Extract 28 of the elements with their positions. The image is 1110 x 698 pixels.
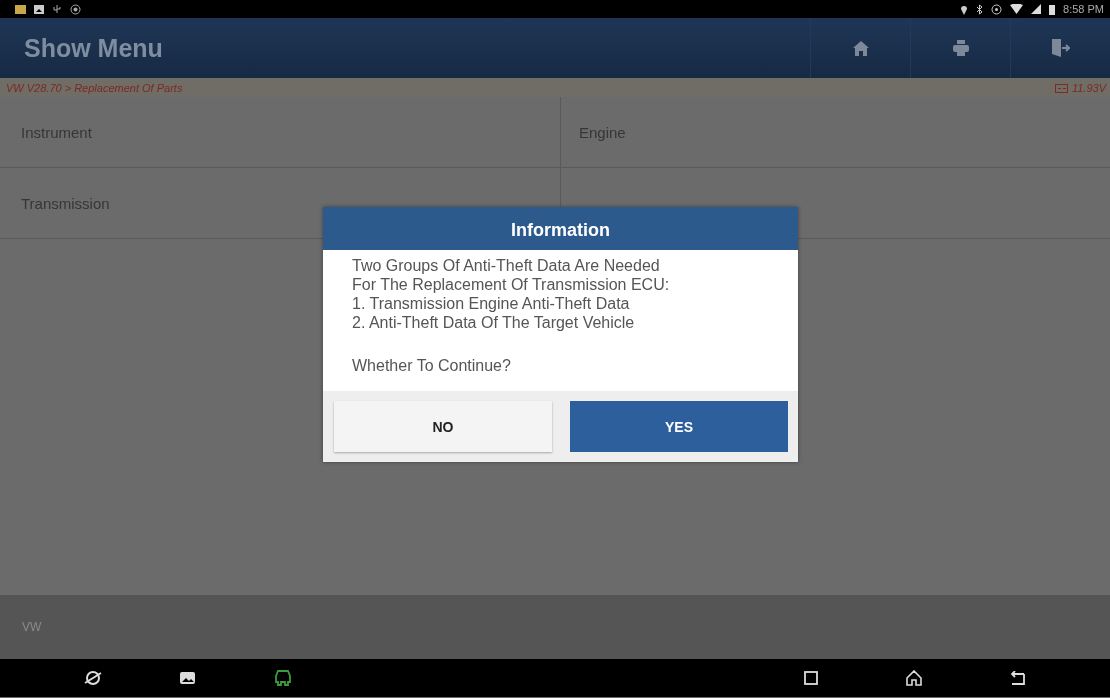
back-icon[interactable] xyxy=(1010,671,1026,685)
dialog-message: Two Groups Of Anti-Theft Data Are Needed For The Replacement Of Transmission ECU: 1. Transmission Engine Anti-Theft Data 2. Anti-Theft Data Of The Target Vehicle xyxy=(352,256,671,332)
battery-icon xyxy=(1049,3,1056,15)
exit-icon xyxy=(1051,39,1070,57)
notification-icon xyxy=(15,4,26,14)
battery-icon xyxy=(1054,82,1068,93)
breadcrumb: VW V28.70 > Replacement Of Parts xyxy=(6,81,183,94)
bluetooth-icon xyxy=(976,3,984,15)
circle-icon xyxy=(70,3,81,15)
usb-icon xyxy=(52,4,62,14)
status-time: 8:58 PM xyxy=(1063,3,1104,15)
dialog-title: Information xyxy=(323,207,798,250)
printer-icon xyxy=(952,40,969,56)
page-title: Show Menu xyxy=(24,33,164,63)
yes-button[interactable]: YES xyxy=(570,401,788,452)
voltage-reading: 11.93V xyxy=(1071,81,1106,94)
gallery-icon[interactable] xyxy=(180,672,195,684)
location-icon xyxy=(960,3,969,15)
home-icon xyxy=(852,40,869,56)
home-icon[interactable] xyxy=(906,670,922,686)
image-icon xyxy=(34,4,44,14)
no-button[interactable]: NO xyxy=(334,401,552,452)
wifi-icon xyxy=(1010,4,1024,14)
dialog-question: Whether To Continue? xyxy=(352,356,512,375)
recents-icon[interactable] xyxy=(804,671,818,685)
car-connector-icon[interactable] xyxy=(273,670,293,686)
signal-icon xyxy=(1031,4,1042,14)
circle-icon xyxy=(991,3,1003,15)
